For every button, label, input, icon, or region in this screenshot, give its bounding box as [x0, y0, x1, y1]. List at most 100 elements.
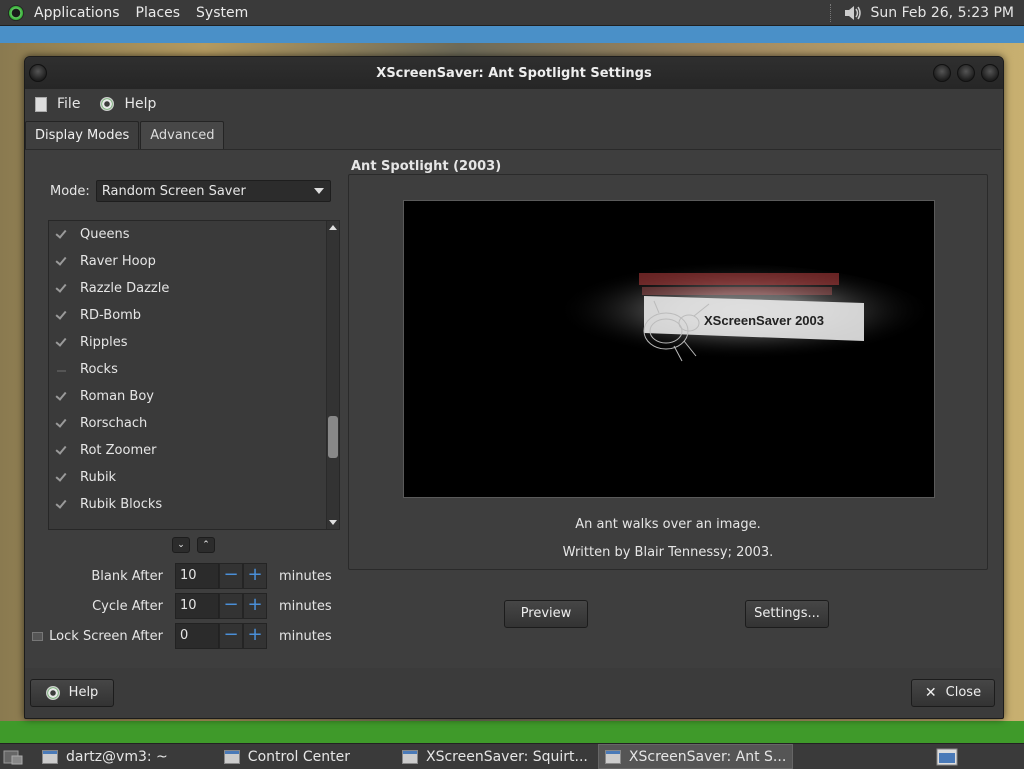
plus-icon[interactable]: +	[243, 563, 267, 589]
screensaver-list[interactable]: Queens Raver Hoop Razzle Dazzle RD-Bomb Ripp…	[48, 220, 340, 530]
blank-after-value[interactable]: 10	[175, 563, 219, 589]
list-item[interactable]: Raver Hoop	[49, 248, 339, 275]
lock-screen-label-group[interactable]: Lock Screen After	[25, 629, 163, 644]
display-modes-panel: Mode: Random Screen Saver Queens Raver Ho…	[25, 149, 1001, 668]
task-terminal[interactable]: dartz@vm3: ~	[36, 745, 174, 768]
workspace-switcher-icon[interactable]	[936, 748, 958, 766]
list-item[interactable]: Rubik	[49, 464, 339, 491]
list-item-checkbox[interactable]	[57, 257, 66, 266]
preview-screen[interactable]: XScreenSaver 2003	[403, 200, 935, 498]
list-item-checkbox[interactable]	[57, 369, 66, 372]
window-menu-icon[interactable]	[29, 64, 47, 82]
list-item-checkbox[interactable]	[57, 419, 66, 428]
help-button[interactable]: Help	[30, 679, 114, 707]
list-item-checkbox[interactable]	[57, 392, 66, 401]
minimize-icon[interactable]	[933, 64, 951, 82]
list-item-label: Razzle Dazzle	[80, 281, 170, 296]
close-button[interactable]: ✕ Close	[911, 679, 995, 707]
list-item-checkbox[interactable]	[57, 473, 66, 482]
blank-after-spinner[interactable]: 10 − +	[175, 563, 267, 589]
tab-strip: Display Modes Advanced	[25, 121, 225, 150]
distro-logo-icon[interactable]	[8, 4, 24, 21]
lock-screen-spinner[interactable]: 0 − +	[175, 623, 267, 649]
move-down-button[interactable]: ⌄	[172, 537, 190, 553]
window-title: XScreenSaver: Ant Spotlight Settings	[376, 65, 652, 81]
cycle-after-row: Cycle After 10 − + minutes	[25, 593, 332, 619]
preview-button[interactable]: Preview	[504, 600, 588, 628]
clock[interactable]: Sun Feb 26, 5:23 PM	[871, 5, 1014, 21]
list-item[interactable]: Rubik Blocks	[49, 491, 339, 518]
scrollbar-thumb[interactable]	[328, 416, 338, 458]
list-item-checkbox[interactable]	[57, 446, 66, 455]
places-menu[interactable]: Places	[128, 5, 189, 21]
plus-icon[interactable]: +	[243, 593, 267, 619]
minus-icon[interactable]: −	[219, 593, 243, 619]
file-icon	[35, 96, 47, 112]
help-menu[interactable]: Help	[100, 96, 156, 112]
ant-spotlight-image: XScreenSaver 2003	[514, 264, 934, 374]
tab-display-modes[interactable]: Display Modes	[25, 121, 140, 150]
minus-icon[interactable]: −	[219, 563, 243, 589]
mode-select[interactable]: Random Screen Saver	[95, 180, 331, 202]
list-item-checkbox[interactable]	[57, 230, 66, 239]
list-item[interactable]: Ripples	[49, 329, 339, 356]
minus-icon[interactable]: −	[219, 623, 243, 649]
list-item-checkbox[interactable]	[57, 338, 66, 347]
list-item-label: Queens	[80, 227, 130, 242]
show-desktop-icon[interactable]	[2, 748, 24, 766]
system-menu[interactable]: System	[188, 5, 256, 21]
window-titlebar[interactable]: XScreenSaver: Ant Spotlight Settings	[25, 57, 1003, 89]
list-item-label: Rubik Blocks	[80, 497, 163, 512]
list-item[interactable]: Rorschach	[49, 410, 339, 437]
list-item-label: Rorschach	[80, 416, 148, 431]
taskbar: dartz@vm3: ~ Control Center XScreenSaver…	[0, 743, 1024, 769]
list-item-label: Roman Boy	[80, 389, 154, 404]
cycle-after-value[interactable]: 10	[175, 593, 219, 619]
cycle-after-unit: minutes	[279, 598, 332, 614]
saver-credit: Written by Blair Tennessy; 2003.	[562, 545, 774, 560]
scroll-down-icon[interactable]	[329, 520, 337, 525]
task-xscreensaver-squirt[interactable]: XScreenSaver: Squirt...	[396, 745, 594, 768]
list-item-label: Raver Hoop	[80, 254, 156, 269]
list-item[interactable]: Razzle Dazzle	[49, 275, 339, 302]
list-item[interactable]: Rot Zoomer	[49, 437, 339, 464]
preview-screen-text: XScreenSaver 2003	[704, 313, 824, 328]
list-item-checkbox[interactable]	[57, 311, 66, 320]
task-ant-label: XScreenSaver: Ant S...	[628, 748, 787, 765]
file-menu[interactable]: File	[35, 96, 80, 112]
list-item-label: RD-Bomb	[80, 308, 142, 323]
terminal-icon	[42, 749, 58, 764]
file-menu-label: File	[57, 96, 81, 112]
blank-after-unit: minutes	[279, 568, 332, 584]
chevron-down-icon	[313, 188, 324, 194]
close-window-icon[interactable]	[981, 64, 999, 82]
list-item-checkbox[interactable]	[57, 284, 66, 293]
task-xscreensaver-ant[interactable]: XScreenSaver: Ant S...	[597, 744, 794, 769]
plus-icon[interactable]: +	[243, 623, 267, 649]
scroll-up-icon[interactable]	[329, 225, 337, 230]
list-item[interactable]: Roman Boy	[49, 383, 339, 410]
menubar: File Help	[25, 89, 1003, 119]
cycle-after-spinner[interactable]: 10 − +	[175, 593, 267, 619]
list-item[interactable]: Rocks	[49, 356, 339, 383]
top-panel: Applications Places System Sun Feb 26, 5…	[0, 0, 1024, 26]
lock-screen-value[interactable]: 0	[175, 623, 219, 649]
list-item-label: Ripples	[80, 335, 128, 350]
settings-button[interactable]: Settings...	[745, 600, 829, 628]
task-control-center[interactable]: Control Center	[218, 745, 356, 768]
list-scrollbar[interactable]	[326, 221, 339, 529]
lock-screen-checkbox[interactable]	[32, 631, 44, 641]
lock-screen-label: Lock Screen After	[49, 628, 163, 644]
tab-advanced[interactable]: Advanced	[140, 121, 225, 150]
list-item[interactable]: RD-Bomb	[49, 302, 339, 329]
window-icon	[604, 749, 621, 764]
list-item[interactable]: Queens	[49, 221, 339, 248]
move-up-button[interactable]: ⌃	[197, 537, 215, 553]
task-squirt-label: XScreenSaver: Squirt...	[425, 748, 588, 765]
mode-row: Mode: Random Screen Saver	[50, 180, 331, 202]
list-item-checkbox[interactable]	[57, 500, 66, 509]
maximize-icon[interactable]	[957, 64, 975, 82]
lock-screen-unit: minutes	[279, 628, 332, 644]
volume-icon[interactable]	[843, 4, 863, 22]
applications-menu[interactable]: Applications	[26, 5, 128, 21]
